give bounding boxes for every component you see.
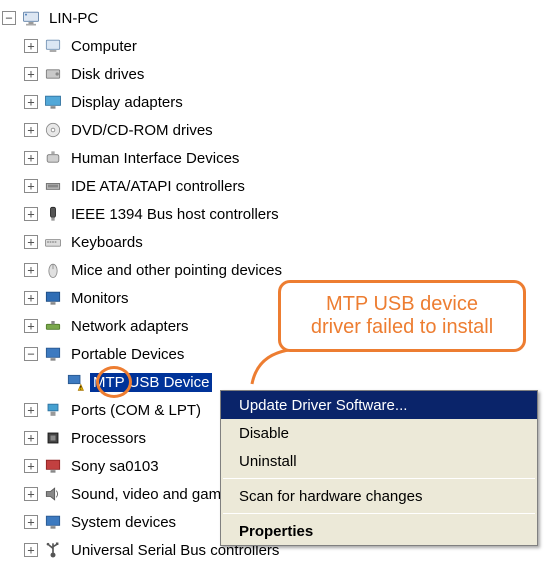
portable-icon: [42, 343, 64, 365]
cdrom-icon: [42, 119, 64, 141]
monitor-icon: [42, 287, 64, 309]
expand-icon[interactable]: +: [24, 291, 38, 305]
expand-icon[interactable]: +: [24, 263, 38, 277]
tree-item-label[interactable]: Sony sa0103: [68, 457, 162, 476]
computer-root-icon: [20, 7, 42, 29]
expand-icon[interactable]: +: [24, 403, 38, 417]
menu-item-label: Properties: [239, 523, 313, 540]
menu-uninstall[interactable]: Uninstall: [221, 447, 537, 475]
tree-root-label[interactable]: LIN-PC: [46, 9, 101, 28]
menu-properties[interactable]: Properties: [221, 517, 537, 545]
tree-item[interactable]: + DVD/CD-ROM drives: [2, 116, 553, 144]
tree-item-label[interactable]: Mice and other pointing devices: [68, 261, 285, 280]
tree-item-label[interactable]: Processors: [68, 429, 149, 448]
annotation-callout: MTP USB device driver failed to install: [278, 280, 526, 352]
disk-icon: [42, 63, 64, 85]
sound-icon: [42, 483, 64, 505]
hid-icon: [42, 147, 64, 169]
usb-icon: [42, 539, 64, 561]
menu-item-label: Update Driver Software...: [239, 397, 407, 414]
expand-icon[interactable]: +: [24, 151, 38, 165]
tree-item-label[interactable]: Keyboards: [68, 233, 146, 252]
tree-item-label[interactable]: IEEE 1394 Bus host controllers: [68, 205, 282, 224]
menu-item-label: Disable: [239, 425, 289, 442]
collapse-icon[interactable]: −: [2, 11, 16, 25]
menu-item-label: Uninstall: [239, 453, 297, 470]
tree-item[interactable]: + IEEE 1394 Bus host controllers: [2, 200, 553, 228]
ide-icon: [42, 175, 64, 197]
expand-icon[interactable]: +: [24, 179, 38, 193]
portable-warn-icon: !: [64, 371, 86, 393]
ports-icon: [42, 399, 64, 421]
expand-icon[interactable]: +: [24, 95, 38, 109]
tree-item-label[interactable]: Ports (COM & LPT): [68, 401, 204, 420]
tree-item-label[interactable]: DVD/CD-ROM drives: [68, 121, 216, 140]
expand-icon[interactable]: +: [24, 67, 38, 81]
menu-scan-hardware[interactable]: Scan for hardware changes: [221, 482, 537, 510]
menu-disable[interactable]: Disable: [221, 419, 537, 447]
tree-item[interactable]: + Computer: [2, 32, 553, 60]
menu-item-label: Scan for hardware changes: [239, 488, 422, 505]
tree-root[interactable]: − LIN-PC: [2, 4, 553, 32]
tree-item-label[interactable]: Human Interface Devices: [68, 149, 242, 168]
tree-item[interactable]: + Disk drives: [2, 60, 553, 88]
tree-item[interactable]: + Keyboards: [2, 228, 553, 256]
menu-separator: [223, 513, 535, 514]
annotation-callout-tail: [250, 347, 290, 387]
svg-text:!: !: [80, 386, 82, 392]
tree-item[interactable]: + Display adapters: [2, 88, 553, 116]
expand-icon: [46, 375, 60, 389]
processor-icon: [42, 427, 64, 449]
tree-item-label[interactable]: Monitors: [68, 289, 132, 308]
sony-icon: [42, 455, 64, 477]
annotation-callout-line2: driver failed to install: [295, 316, 509, 339]
system-icon: [42, 511, 64, 533]
expand-icon[interactable]: +: [24, 39, 38, 53]
expand-icon[interactable]: +: [24, 543, 38, 557]
expand-icon[interactable]: +: [24, 487, 38, 501]
expand-icon[interactable]: +: [24, 431, 38, 445]
mouse-icon: [42, 259, 64, 281]
tree-item-label[interactable]: Network adapters: [68, 317, 192, 336]
expand-icon[interactable]: +: [24, 123, 38, 137]
expand-icon[interactable]: +: [24, 207, 38, 221]
menu-update-driver[interactable]: Update Driver Software...: [221, 391, 537, 419]
tree-item-label[interactable]: Disk drives: [68, 65, 147, 84]
tree-item-label[interactable]: System devices: [68, 513, 179, 532]
expand-icon[interactable]: +: [24, 515, 38, 529]
device-context-menu: Update Driver Software... Disable Uninst…: [220, 390, 538, 546]
network-icon: [42, 315, 64, 337]
display-icon: [42, 91, 64, 113]
tree-item[interactable]: + Human Interface Devices: [2, 144, 553, 172]
expand-icon[interactable]: +: [24, 319, 38, 333]
tree-item-label[interactable]: Display adapters: [68, 93, 186, 112]
tree-item-label[interactable]: IDE ATA/ATAPI controllers: [68, 177, 248, 196]
keyboard-icon: [42, 231, 64, 253]
expand-icon[interactable]: +: [24, 235, 38, 249]
ieee-icon: [42, 203, 64, 225]
menu-separator: [223, 478, 535, 479]
expand-icon[interactable]: +: [24, 459, 38, 473]
collapse-icon[interactable]: −: [24, 347, 38, 361]
tree-item[interactable]: + IDE ATA/ATAPI controllers: [2, 172, 553, 200]
annotation-callout-line1: MTP USB device: [295, 293, 509, 316]
tree-item-label[interactable]: MTP USB Device: [90, 373, 212, 392]
computer-icon: [42, 35, 64, 57]
tree-item-label[interactable]: Portable Devices: [68, 345, 187, 364]
tree-item-label[interactable]: Computer: [68, 37, 140, 56]
